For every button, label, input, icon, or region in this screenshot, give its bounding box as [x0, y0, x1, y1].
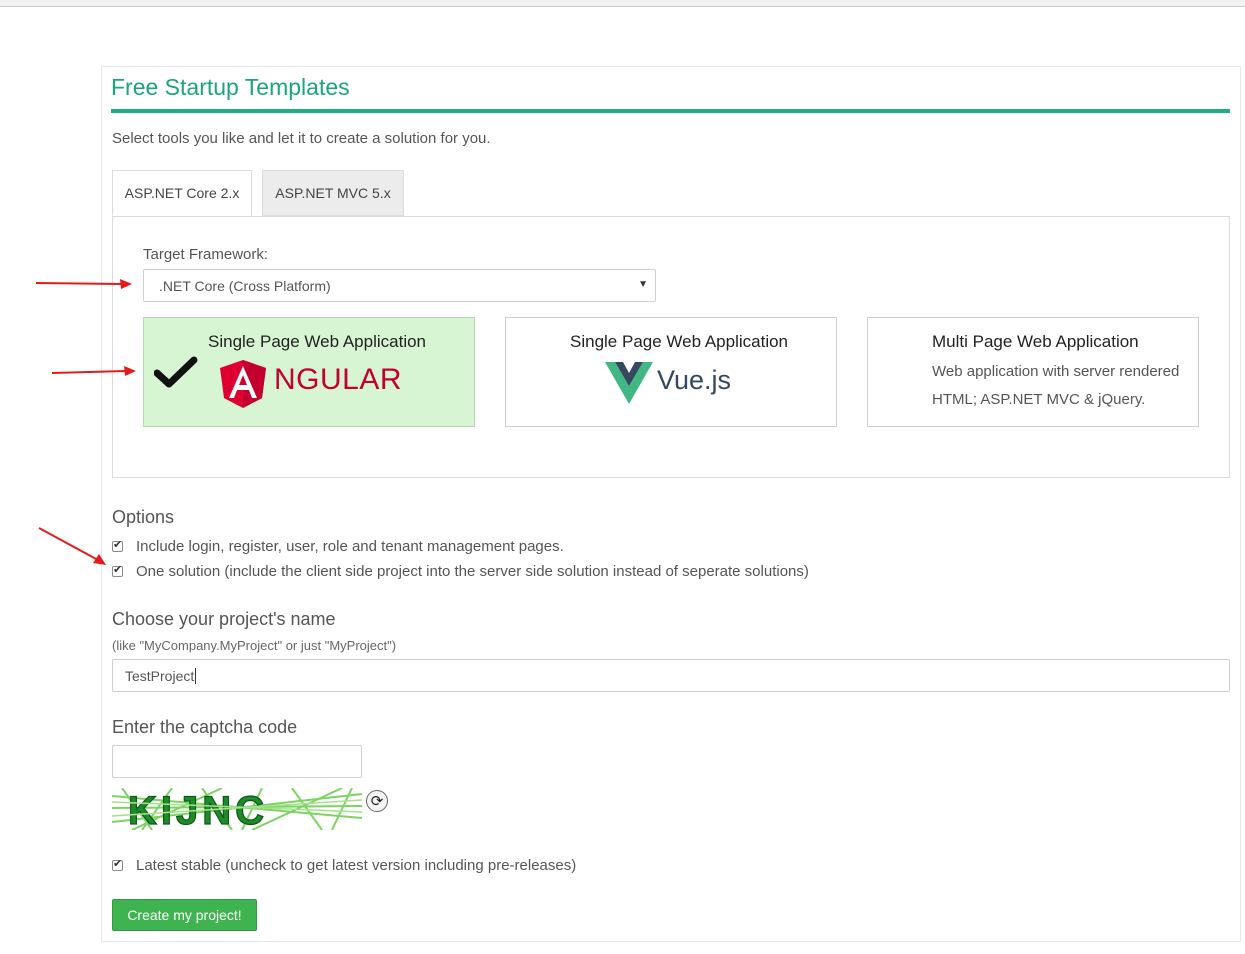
annotation-arrow-icon	[38, 527, 106, 565]
text-cursor	[195, 667, 197, 684]
captcha-input[interactable]	[112, 745, 362, 778]
template-card-title: Single Page Web Application	[208, 332, 427, 351]
checkbox-one-solution[interactable]	[112, 563, 123, 577]
angular-logo-text: NGULAR	[274, 363, 403, 396]
create-project-button[interactable]: Create my project!	[112, 899, 257, 931]
template-card-vue[interactable]: Single Page Web Application Vue.js	[505, 317, 837, 427]
project-name-value: TestProject	[125, 667, 195, 684]
tab-aspnet-core[interactable]: ASP.NET Core 2.x	[112, 170, 252, 216]
options-heading: Options	[112, 507, 175, 527]
refresh-icon[interactable]: ⟳	[366, 790, 388, 812]
checkbox-include-login[interactable]	[112, 538, 123, 552]
template-card-title: Single Page Web Application	[570, 332, 789, 351]
annotation-arrow-icon	[35, 279, 132, 289]
checkbox-latest-stable[interactable]	[112, 857, 123, 871]
checkmark-icon	[154, 356, 198, 388]
option-one-solution[interactable]: One solution (include the client side pr…	[112, 563, 809, 580]
template-card-mvc[interactable]: Multi Page Web Application Web applicati…	[867, 317, 1199, 427]
target-framework-selected: .NET Core (Cross Platform)	[159, 277, 331, 294]
template-card-title: Multi Page Web Application	[932, 332, 1139, 351]
option-label: One solution (include the client side pr…	[136, 563, 809, 580]
tab-aspnet-mvc[interactable]: ASP.NET MVC 5.x	[262, 170, 404, 216]
angular-logo-icon	[220, 360, 266, 408]
project-name-hint: (like "MyCompany.MyProject" or just "MyP…	[112, 638, 397, 653]
page-title: Free Startup Templates	[111, 74, 350, 100]
target-framework-label: Target Framework:	[143, 246, 269, 263]
annotation-arrow-icon	[51, 366, 136, 376]
option-include-login[interactable]: Include login, register, user, role and …	[112, 538, 564, 555]
vue-logo-text: Vue.js	[657, 365, 732, 395]
option-label: Include login, register, user, role and …	[136, 538, 564, 555]
project-name-input[interactable]: TestProject	[112, 659, 1230, 692]
template-card-description: Web application with server rendered HTM…	[932, 363, 1180, 408]
vue-logo-icon	[605, 362, 653, 404]
project-name-heading: Choose your project's name	[112, 609, 336, 629]
captcha-heading: Enter the captcha code	[112, 717, 298, 737]
title-underline	[111, 109, 1230, 113]
captcha-image: KIJNC	[112, 788, 362, 830]
captcha-text: KIJNC	[128, 789, 268, 830]
browser-top-edge	[0, 0, 1245, 7]
option-latest-stable[interactable]: Latest stable (uncheck to get latest ver…	[112, 857, 576, 874]
chevron-down-icon: ▼	[638, 279, 648, 290]
target-framework-select[interactable]: .NET Core (Cross Platform) ▼	[143, 269, 656, 302]
template-card-angular[interactable]: Single Page Web Application NGULAR	[143, 317, 475, 427]
page-subtitle: Select tools you like and let it to crea…	[112, 130, 491, 147]
option-label: Latest stable (uncheck to get latest ver…	[136, 857, 577, 874]
